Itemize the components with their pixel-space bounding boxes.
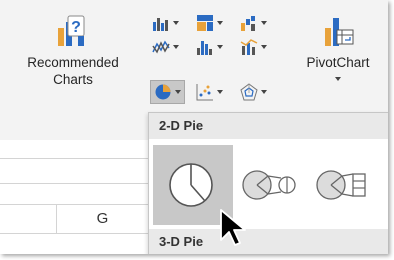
statistic-chart-button[interactable] xyxy=(196,36,223,58)
chevron-down-icon xyxy=(217,90,223,94)
chevron-down-icon xyxy=(173,45,179,49)
statistic-chart-icon xyxy=(197,41,212,55)
chevron-down-icon xyxy=(173,21,179,25)
section-header-2d-pie: 2-D Pie xyxy=(149,113,388,139)
hierarchy-chart-button[interactable] xyxy=(196,12,223,34)
radar-chart-button[interactable] xyxy=(240,81,267,103)
hierarchy-chart-icon xyxy=(197,15,213,31)
mouse-cursor-icon xyxy=(220,209,246,246)
excel-window: ? Recommended Charts PivotChart G 2-D Pi… xyxy=(0,0,388,254)
chevron-down-icon xyxy=(335,77,341,81)
svg-text:?: ? xyxy=(71,19,81,36)
pie-of-pie-option[interactable] xyxy=(237,159,303,211)
waterfall-chart-button[interactable] xyxy=(240,12,267,34)
pie-chart-icon xyxy=(155,84,171,100)
scatter-chart-button[interactable] xyxy=(196,81,223,103)
line-chart-button[interactable] xyxy=(152,36,179,58)
section-header-3d-pie: 3-D Pie xyxy=(149,229,388,254)
pie-chart-button[interactable] xyxy=(150,80,185,104)
chevron-down-icon xyxy=(175,90,181,94)
chevron-down-icon xyxy=(261,45,267,49)
scatter-chart-icon xyxy=(196,84,213,101)
recommended-charts-label: Recommended Charts xyxy=(27,55,119,87)
recommended-charts-button[interactable]: ? Recommended Charts xyxy=(26,14,120,88)
pivotchart-label: PivotChart xyxy=(306,55,370,70)
chevron-down-icon xyxy=(217,45,223,49)
section-3d-label: 3-D Pie xyxy=(159,234,204,249)
pie-of-pie-icon xyxy=(242,170,296,200)
section-2d-label: 2-D Pie xyxy=(159,118,204,133)
chevron-down-icon xyxy=(217,21,223,25)
column-header-g[interactable]: G xyxy=(57,205,148,233)
waterfall-chart-icon xyxy=(241,16,255,31)
combo-chart-icon xyxy=(240,39,258,55)
column-chart-button[interactable] xyxy=(152,12,179,34)
pivotchart-icon xyxy=(325,18,354,46)
combo-chart-button[interactable] xyxy=(240,36,267,58)
recommended-charts-icon: ? xyxy=(58,15,85,46)
column-header-label: G xyxy=(96,210,109,227)
column-chart-icon xyxy=(153,18,168,31)
chevron-down-icon xyxy=(261,21,267,25)
pie-chart-dropdown: 2-D Pie 3-D Pie xyxy=(148,112,388,254)
pivotchart-button[interactable]: PivotChart xyxy=(296,14,380,81)
radar-chart-icon xyxy=(240,83,258,101)
line-chart-icon xyxy=(152,40,170,54)
bar-of-pie-option[interactable] xyxy=(309,159,381,211)
chevron-down-icon xyxy=(261,90,267,94)
bar-of-pie-icon xyxy=(316,170,366,200)
